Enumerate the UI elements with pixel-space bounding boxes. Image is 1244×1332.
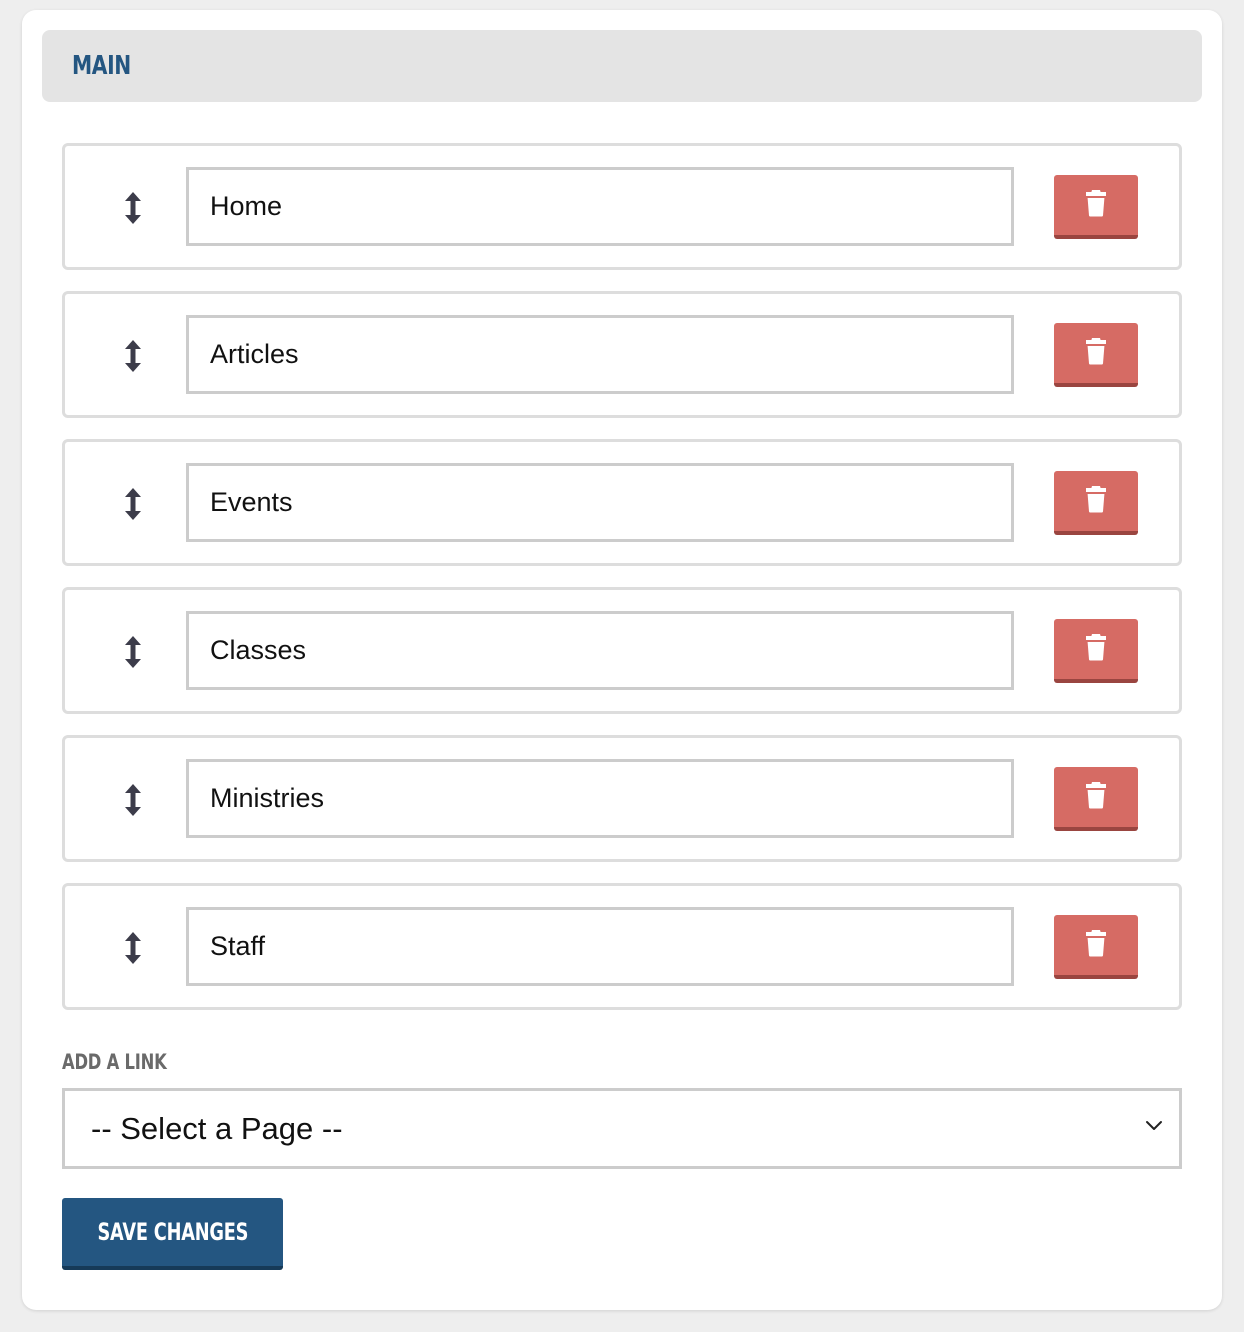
drag-vertical-icon[interactable] — [123, 783, 143, 817]
delete-link-button[interactable] — [1054, 619, 1138, 683]
link-item — [62, 883, 1182, 1010]
drag-vertical-icon[interactable] — [123, 339, 143, 373]
link-label-input[interactable] — [186, 759, 1014, 838]
link-item — [62, 735, 1182, 862]
delete-link-button[interactable] — [1054, 323, 1138, 387]
delete-link-button[interactable] — [1054, 175, 1138, 239]
link-list — [62, 143, 1182, 1031]
trash-icon — [1086, 190, 1106, 217]
trash-icon — [1086, 782, 1106, 809]
page-select[interactable]: -- Select a Page -- — [62, 1088, 1182, 1169]
drag-vertical-icon[interactable] — [123, 487, 143, 521]
section-header: MAIN — [42, 30, 1202, 102]
link-item — [62, 587, 1182, 714]
link-label-input[interactable] — [186, 315, 1014, 394]
chevron-down-icon — [1146, 1121, 1162, 1130]
delete-link-button[interactable] — [1054, 767, 1138, 831]
link-label-input[interactable] — [186, 463, 1014, 542]
drag-vertical-icon[interactable] — [123, 635, 143, 669]
link-item — [62, 439, 1182, 566]
link-item — [62, 291, 1182, 418]
link-item — [62, 143, 1182, 270]
menu-editor-card: MAIN Home Articles Events Classes Minist… — [22, 10, 1222, 1310]
trash-icon — [1086, 930, 1106, 957]
trash-icon — [1086, 338, 1106, 365]
save-changes-button[interactable]: SAVE CHANGES — [62, 1198, 283, 1270]
save-changes-label: SAVE CHANGES — [97, 1218, 248, 1246]
trash-icon — [1086, 634, 1106, 661]
section-title: MAIN — [72, 51, 131, 81]
drag-vertical-icon[interactable] — [123, 931, 143, 965]
link-label-input[interactable] — [186, 907, 1014, 986]
link-label-input[interactable] — [186, 167, 1014, 246]
drag-vertical-icon[interactable] — [123, 191, 143, 225]
trash-icon — [1086, 486, 1106, 513]
add-link-label: ADD A LINK — [62, 1050, 167, 1074]
delete-link-button[interactable] — [1054, 915, 1138, 979]
page-select-value: -- Select a Page -- — [91, 1111, 343, 1146]
delete-link-button[interactable] — [1054, 471, 1138, 535]
link-label-input[interactable] — [186, 611, 1014, 690]
